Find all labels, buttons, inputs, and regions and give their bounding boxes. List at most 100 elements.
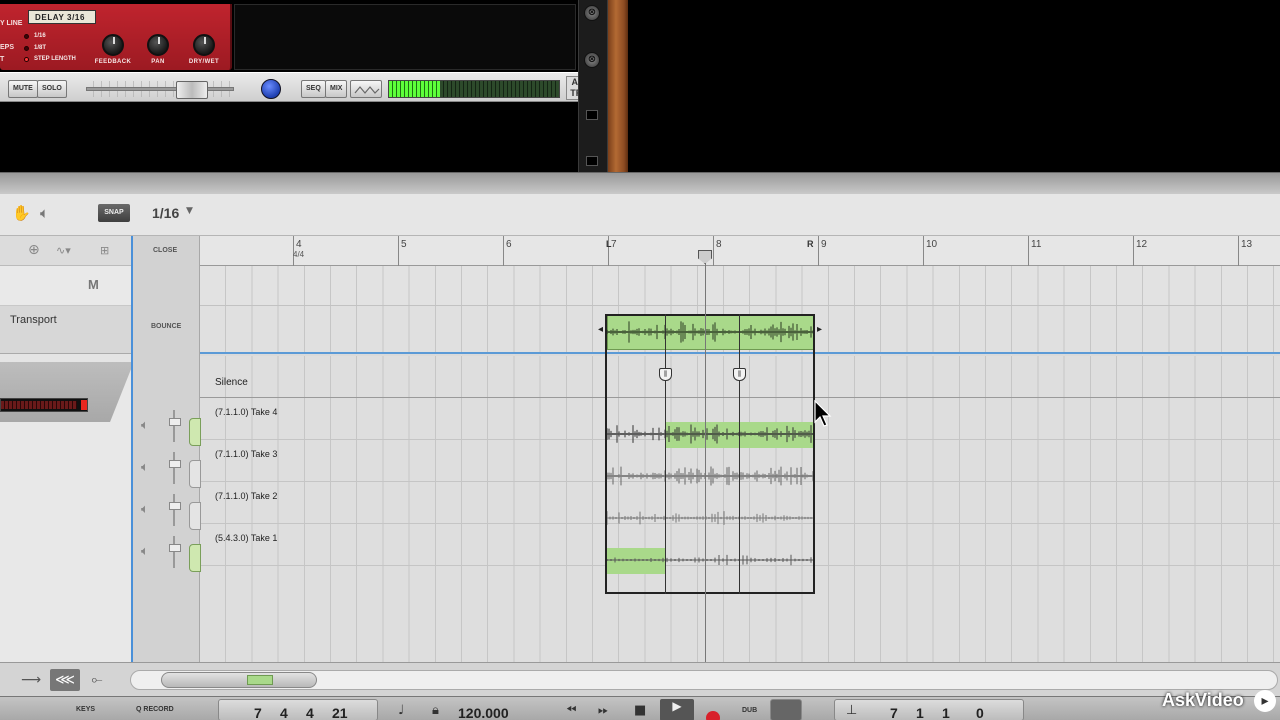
dub-button[interactable]: DUB (742, 707, 757, 714)
bar-number: 11 (1031, 239, 1042, 250)
mix-button[interactable]: MIX (325, 80, 348, 98)
loop-marker-icon: ⊥ (846, 703, 858, 718)
rewind-icon[interactable]: ⏪︎ (566, 703, 576, 718)
take-mute-speaker-icon[interactable]: 🔈︎ (141, 418, 149, 433)
tempo-value[interactable]: 120.000 (458, 705, 509, 720)
audio-track-header[interactable] (0, 362, 131, 662)
take-label: (7.1.1.0) Take 4 (215, 407, 278, 417)
horizontal-scroll-track[interactable] (130, 670, 1278, 690)
transport-track-label: Transport (10, 314, 57, 326)
take-4-active-tab[interactable] (189, 418, 201, 446)
delay-option-1-16[interactable]: 1/16 (24, 33, 46, 39)
comp-region-frame[interactable] (605, 314, 815, 594)
level-meter (388, 80, 560, 98)
play-button[interactable]: ▶ (660, 699, 694, 720)
position-beat: 4 (280, 705, 288, 720)
record-button[interactable] (706, 711, 720, 720)
bounce-button[interactable]: BOUNCE (151, 323, 181, 330)
solo-button[interactable]: SOLO (37, 80, 67, 98)
fast-forward-icon[interactable]: ⏩︎ (598, 703, 608, 718)
clip-resize-left-icon[interactable]: ◂ (598, 324, 603, 335)
delay-side-label: T (0, 56, 5, 63)
stop-icon[interactable]: ■ (634, 703, 646, 718)
expand-view-icon[interactable]: ⟜ (82, 669, 112, 691)
arrange-scroll-bar: ⟶ ⋘ ⟜ (0, 662, 1280, 696)
take-fader[interactable] (169, 452, 181, 484)
take-3-tab[interactable] (189, 460, 201, 488)
mute-button[interactable]: MUTE (8, 80, 38, 98)
transport-panel: KEYS Q RECORD 7 4 4 21 ♩ 🔒︎ 120.000 ⏪︎ ⏩… (0, 696, 1280, 720)
rack-sequencer-divider[interactable] (0, 172, 1280, 194)
lock-icon[interactable]: 🔒︎ (432, 703, 439, 718)
track-level-meter (0, 398, 88, 412)
horizontal-scroll-thumb[interactable] (161, 672, 317, 688)
hand-tool-icon[interactable]: ✋ (12, 204, 31, 222)
dub-toggle[interactable] (770, 699, 802, 720)
bar-tick (818, 236, 819, 266)
delay-patch-name[interactable]: DELAY 3/16 (28, 10, 96, 24)
metronome-icon[interactable]: ♩ (398, 703, 404, 718)
grid-icon[interactable]: ⊞ (100, 244, 109, 257)
automation-icon[interactable]: ∿▾ (56, 244, 71, 257)
take-2-tab[interactable] (189, 502, 201, 530)
rack-empty-display (234, 4, 576, 70)
waveform-button[interactable] (350, 80, 382, 98)
delay-side-label: Y LINE (0, 20, 23, 27)
keys-button[interactable]: KEYS (76, 706, 95, 713)
take-fader[interactable] (169, 536, 181, 568)
mixer-strip: MUTE SOLO SEQ MIX AUDIO TRACK (0, 72, 606, 102)
loop-end-field[interactable] (834, 699, 1024, 720)
clip-resize-right-icon[interactable]: ▸ (817, 324, 822, 335)
bar-tick (1238, 236, 1239, 266)
mouse-pointer-icon (814, 400, 832, 427)
collapse-view-icon[interactable]: ⟶ (16, 669, 46, 691)
bar-tick (1133, 236, 1134, 266)
comp-cut-line[interactable] (739, 314, 740, 594)
add-track-icon[interactable]: ⊕ (28, 242, 40, 258)
master-m-label[interactable]: M (88, 277, 99, 292)
song-position-field[interactable] (218, 699, 378, 720)
cut-handle-icon[interactable]: ⫼ (659, 368, 672, 381)
channel-pan-knob[interactable] (261, 79, 281, 99)
volume-fader-track[interactable] (86, 87, 234, 91)
play-logo-icon: ▸ (1254, 690, 1276, 712)
take-fader[interactable] (169, 494, 181, 526)
pan-knob[interactable]: PAN (138, 34, 178, 65)
scroll-clip-preview (247, 675, 273, 685)
close-button[interactable]: CLOSE (153, 247, 177, 254)
take-mute-speaker-icon[interactable]: 🔈︎ (141, 544, 149, 559)
loop-left-marker[interactable]: L (606, 239, 612, 249)
seq-button[interactable]: SEQ (301, 80, 326, 98)
dry-wet-knob[interactable]: DRY/WET (184, 34, 224, 65)
snap-value-select[interactable]: 1/16 (152, 205, 179, 221)
take-fader[interactable] (169, 410, 181, 442)
level-meter-fill (389, 81, 440, 97)
delay-side-label: EPS (0, 44, 15, 51)
master-lane (200, 266, 1280, 306)
take-mute-speaker-icon[interactable]: 🔈︎ (141, 502, 149, 517)
waveform-view-icon[interactable]: ⋘ (50, 669, 80, 691)
take-mute-speaker-icon[interactable]: 🔈︎ (141, 460, 149, 475)
chevron-down-icon[interactable]: ▼ (186, 206, 193, 216)
take-1-active-tab[interactable] (189, 544, 201, 572)
end-bar: 7 (890, 705, 898, 720)
bar-number: 13 (1241, 239, 1253, 250)
song-position-line (705, 250, 706, 662)
take-label: (7.1.1.0) Take 3 (215, 449, 278, 459)
speaker-tool-icon[interactable]: 🔈︎ (40, 204, 49, 222)
q-record-button[interactable]: Q RECORD (136, 706, 174, 713)
volume-fader-handle[interactable] (176, 81, 208, 99)
bar-tick (923, 236, 924, 266)
position-sixteenth: 4 (306, 705, 314, 720)
transport-track[interactable]: Transport (0, 306, 131, 354)
snap-button[interactable]: SNAP (98, 204, 130, 222)
cut-handle-icon[interactable]: ⫼ (733, 368, 746, 381)
delay-option-1-8t[interactable]: 1/8T (24, 45, 46, 51)
bar-tick (713, 236, 714, 266)
feedback-knob[interactable]: FEEDBACK (93, 34, 133, 65)
end-beat: 1 (916, 705, 924, 720)
loop-right-marker[interactable]: R (807, 239, 814, 249)
bar-ruler[interactable]: 4 5 6 7 8 9 10 11 12 13 4/4 L R (200, 236, 1280, 266)
delay-option-step-length[interactable]: STEP LENGTH (24, 56, 76, 62)
comp-cut-line[interactable] (665, 314, 666, 594)
